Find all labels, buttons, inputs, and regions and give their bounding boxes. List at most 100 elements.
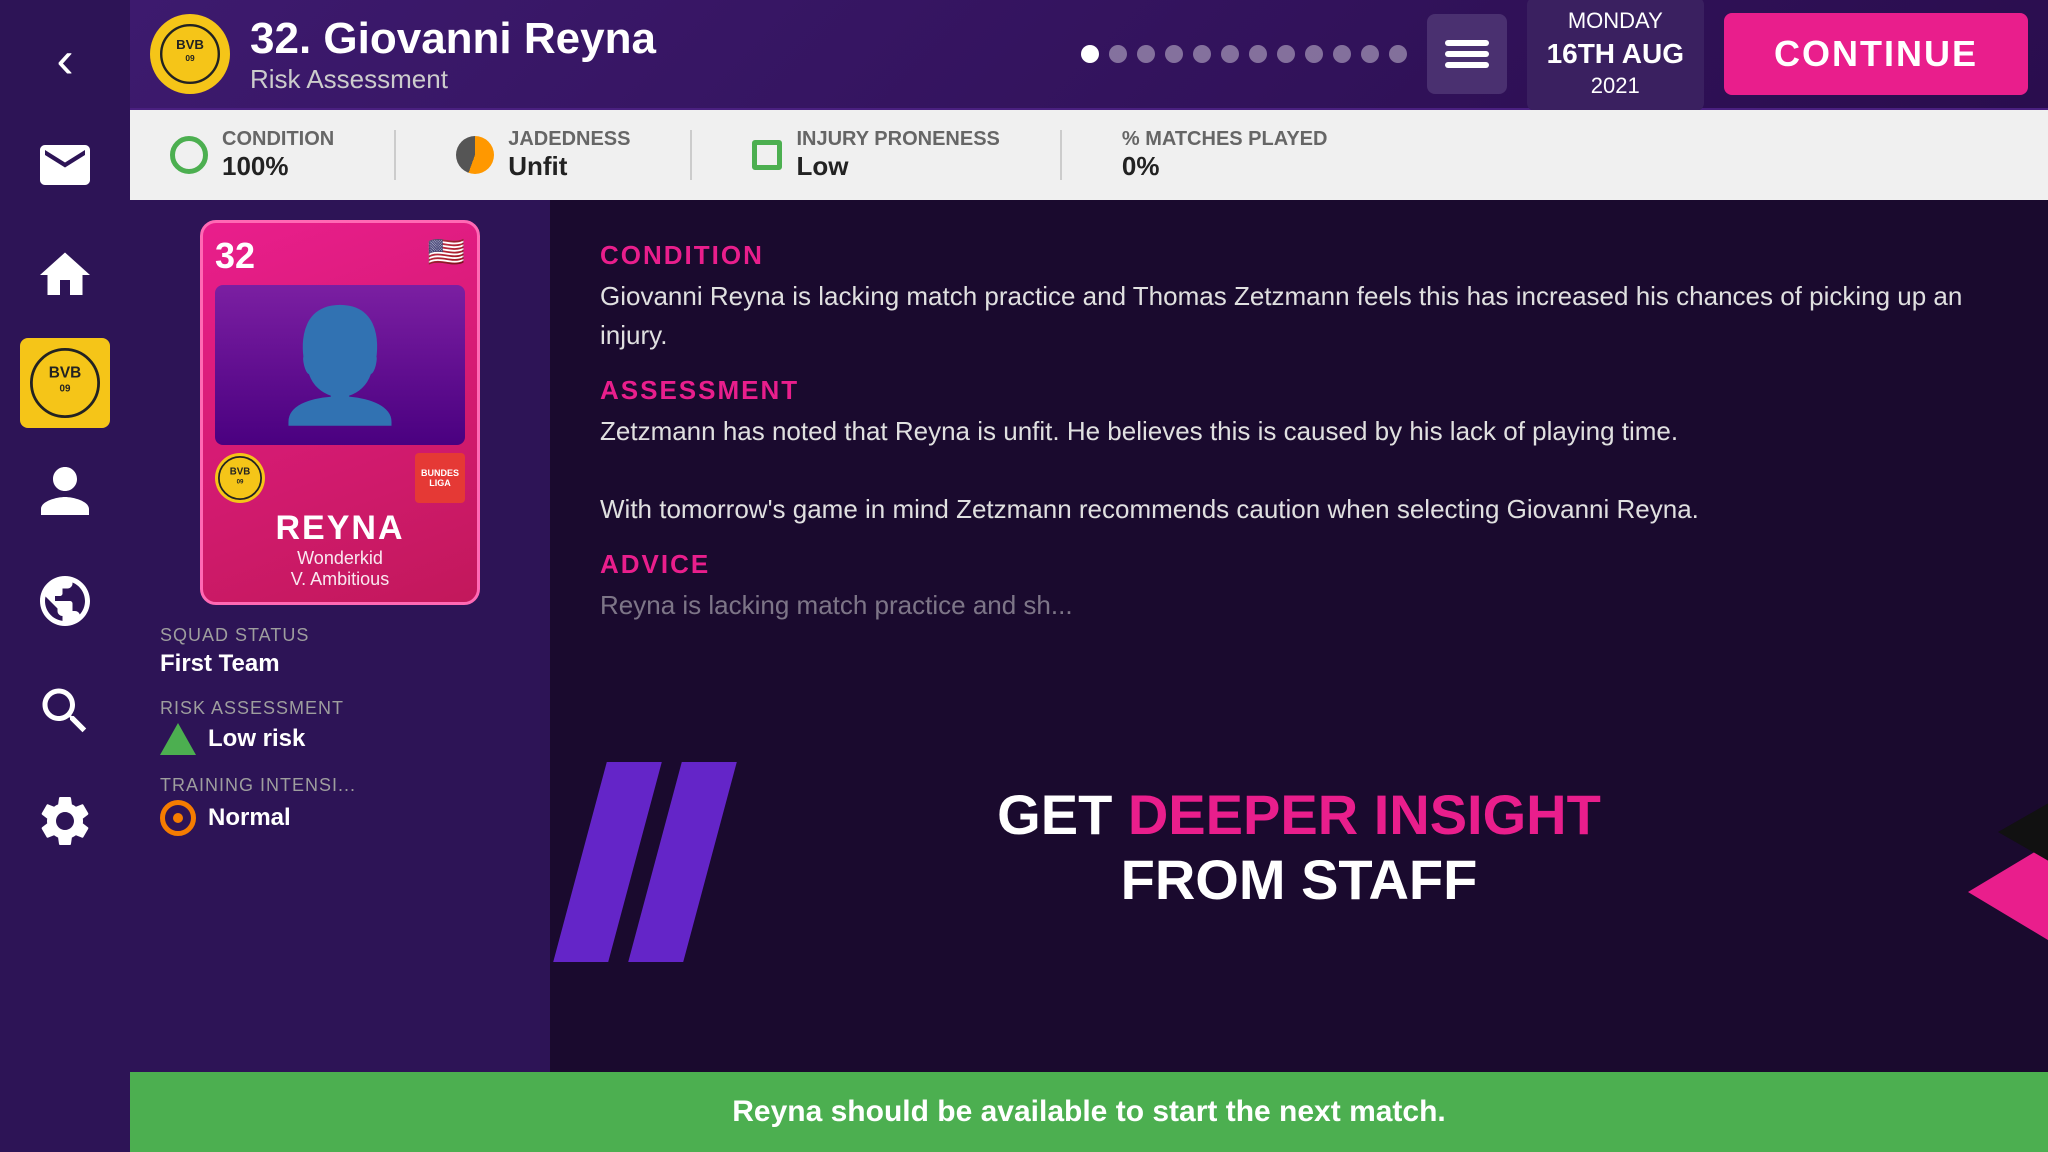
date-day-month: 16TH AUG [1547,36,1684,72]
svg-text:BVB: BVB [230,466,250,477]
date-day-name: MONDAY [1547,7,1684,36]
injury-value: Low [796,151,999,182]
condition-section-body: Giovanni Reyna is lacking match practice… [600,277,1998,355]
body-area: 32 🇺🇸 👤 BVB 09 BUNDESLIGA REYNA [130,200,2048,1072]
bottom-banner: Reyna should be available to start the n… [130,1072,2048,1152]
back-button[interactable]: ‹ [0,10,130,110]
dot-8[interactable] [1277,45,1295,63]
squad-status-value: First Team [160,650,520,678]
player-name-header: 32. Giovanni Reyna [250,14,1061,64]
insight-deeper: DEEPER INSIGHT [1128,783,1601,846]
risk-assessment-block: RISK ASSESSMENT Low risk [150,698,530,755]
card-photo: 👤 [215,285,465,445]
risk-row: Low risk [160,723,520,755]
card-descriptor2: V. Ambitious [215,569,465,590]
stats-row: CONDITION 100% JADEDNESS Unfit INJURY PR… [130,110,2048,200]
dot-7[interactable] [1249,45,1267,63]
condition-section-title: CONDITION [600,240,1998,271]
player-card: 32 🇺🇸 👤 BVB 09 BUNDESLIGA REYNA [200,220,480,605]
sidebar: ‹ BVB 09 [0,0,130,1152]
stat-divider-1 [394,130,396,180]
insight-text-block: GET DEEPER INSIGHT FROM STAFF [997,782,1601,912]
dot-3[interactable] [1137,45,1155,63]
advice-section-body: Reyna is lacking match practice and sh..… [600,586,1998,625]
dot-1[interactable] [1081,45,1099,63]
main-content-area: BVB 09 32. Giovanni Reyna Risk Assessmen… [130,0,2048,1152]
condition-stat: CONDITION 100% [170,128,334,182]
risk-triangle-icon [160,723,196,755]
condition-label: CONDITION [222,128,334,151]
continue-button[interactable]: CONTINUE [1724,13,2028,95]
assessment-section: ASSESSMENT Zetzmann has noted that Reyna… [600,375,1998,529]
jadedness-icon [456,136,494,174]
pagination-dots [1081,45,1407,63]
dot-12[interactable] [1389,45,1407,63]
training-intensity-block: TRAINING INTENSI... Normal [150,775,530,836]
stat-divider-2 [690,130,692,180]
matches-stat: % MATCHES PLAYED 0% [1122,128,1328,182]
sidebar-icon-search[interactable] [0,656,130,766]
dot-10[interactable] [1333,45,1351,63]
training-intensity-value: Normal [208,804,291,832]
svg-text:BVB: BVB [176,37,204,52]
header-title-block: 32. Giovanni Reyna Risk Assessment [250,14,1061,95]
condition-section: CONDITION Giovanni Reyna is lacking matc… [600,240,1998,355]
matches-label: % MATCHES PLAYED [1122,128,1328,151]
jadedness-stat: JADEDNESS Unfit [456,128,630,182]
dot-6[interactable] [1221,45,1239,63]
insight-overlay[interactable]: GET DEEPER INSIGHT FROM STAFF [550,722,2048,972]
sidebar-icon-home[interactable] [0,220,130,330]
assessment-section-title: ASSESSMENT [600,375,1998,406]
card-badges: BVB 09 BUNDESLIGA [215,453,465,503]
card-player-name: REYNA [215,509,465,548]
slash-decoration [580,762,710,962]
dot-5[interactable] [1193,45,1211,63]
stat-divider-3 [1060,130,1062,180]
svg-text:09: 09 [185,53,195,63]
right-panel: CONDITION Giovanni Reyna is lacking matc… [550,200,2048,1072]
bottom-banner-text: Reyna should be available to start the n… [732,1095,1446,1129]
insight-line2: FROM STAFF [997,847,1601,912]
risk-assessment-label: RISK ASSESSMENT [160,698,520,719]
sidebar-icon-mail[interactable] [0,110,130,220]
header-club-badge: BVB 09 [150,14,230,94]
svg-text:09: 09 [60,383,71,394]
card-badge-bvb: BVB 09 [215,453,265,503]
date-display: MONDAY 16TH AUG 2021 [1527,0,1704,111]
advice-section-title: ADVICE [600,549,1998,580]
menu-button[interactable] [1427,14,1507,94]
condition-icon [170,136,208,174]
page-subtitle: Risk Assessment [250,64,1061,95]
card-flag: 🇺🇸 [428,235,465,270]
card-descriptor1: Wonderkid [215,548,465,569]
matches-value: 0% [1122,151,1328,182]
injury-icon [752,140,782,170]
training-intensity-label: TRAINING INTENSI... [160,775,520,796]
sidebar-icon-globe[interactable] [0,546,130,656]
squad-status-label: SQUAD STATUS [160,625,520,646]
date-year: 2021 [1547,72,1684,101]
injury-label: INJURY PRONENESS [796,128,999,151]
sidebar-icon-person[interactable] [0,436,130,546]
left-panel: 32 🇺🇸 👤 BVB 09 BUNDESLIGA REYNA [130,200,550,1072]
card-badge-league: BUNDESLIGA [415,453,465,503]
injury-stat: INJURY PRONENESS Low [752,128,999,182]
assessment-section-body: Zetzmann has noted that Reyna is unfit. … [600,412,1998,529]
condition-value: 100% [222,151,334,182]
header: BVB 09 32. Giovanni Reyna Risk Assessmen… [130,0,2048,110]
dot-9[interactable] [1305,45,1323,63]
dot-11[interactable] [1361,45,1379,63]
dot-2[interactable] [1109,45,1127,63]
sidebar-club-badge[interactable]: BVB 09 [20,338,110,428]
squad-status-block: SQUAD STATUS First Team [150,625,530,678]
dot-4[interactable] [1165,45,1183,63]
advice-section: ADVICE Reyna is lacking match practice a… [600,549,1998,625]
svg-text:09: 09 [237,478,244,485]
training-intensity-icon [160,800,196,836]
svg-text:BVB: BVB [49,364,82,381]
right-decoration [1898,772,2048,972]
jadedness-label: JADEDNESS [508,128,630,151]
jadedness-value: Unfit [508,151,630,182]
risk-assessment-value: Low risk [208,725,305,753]
sidebar-icon-settings[interactable] [0,766,130,876]
